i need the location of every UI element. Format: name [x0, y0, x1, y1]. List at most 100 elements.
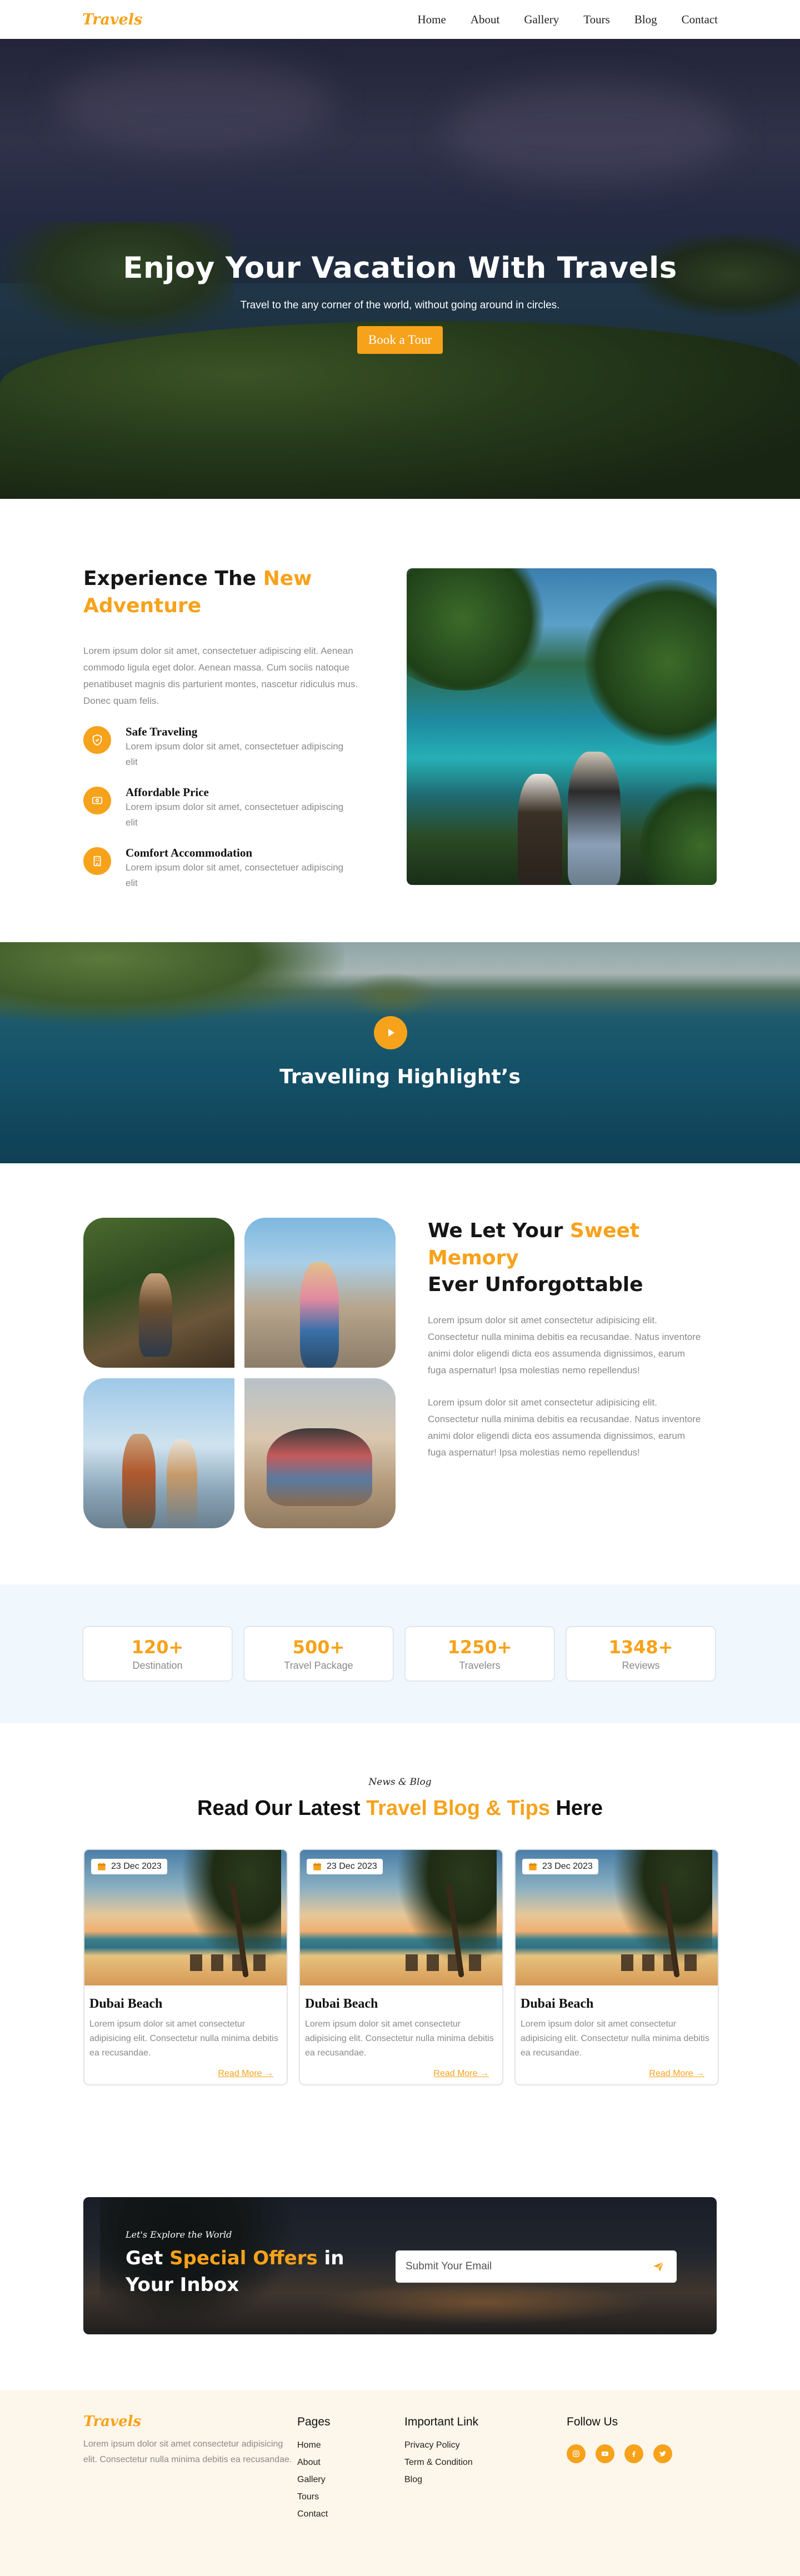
play-button[interactable] [374, 1016, 407, 1049]
beach-photo: 23 Dec 2023 [516, 1850, 718, 1985]
newsletter-section: Let's Explore the World Get Special Offe… [0, 2143, 800, 2390]
read-more-link[interactable]: Read More → [649, 2069, 704, 2079]
footer-link-tours[interactable]: Tours [297, 2488, 331, 2505]
blog-card-desc: Lorem ipsum dolor sit amet consectetur a… [521, 2019, 709, 2058]
footer-pages: Pages Home About Gallery Tours Contact [297, 2415, 331, 2523]
newsletter-kicker: Let's Explore the World [126, 2229, 232, 2240]
stat-card-destination: 120+ Destination [82, 1626, 233, 1682]
nav-about[interactable]: About [471, 13, 500, 27]
arrow-right-icon: → [480, 2069, 489, 2078]
memory-paragraph: Lorem ipsum dolor sit amet consectetur a… [428, 1314, 701, 1375]
book-tour-button[interactable]: Book a Tour [357, 326, 443, 354]
nav-contact[interactable]: Contact [682, 13, 718, 27]
footer-logo[interactable]: Travels [83, 2413, 294, 2430]
feature-item: Affordable Price Lorem ipsum dolor sit a… [83, 786, 378, 831]
blog-card-title: Dubai Beach [305, 1997, 378, 2011]
email-field[interactable] [406, 2260, 650, 2273]
footer-link-blog[interactable]: Blog [404, 2471, 478, 2488]
blog-card-body: Dubai Beach Lorem ipsum dolor sit amet c… [84, 1985, 287, 2060]
palm-leaves [407, 568, 551, 691]
paper-plane-icon [653, 2262, 664, 2272]
feature-item: Safe Traveling Lorem ipsum dolor sit ame… [83, 725, 378, 770]
facebook-icon[interactable] [624, 2444, 643, 2463]
instagram-icon[interactable] [567, 2444, 586, 2463]
footer-pages-title: Pages [297, 2415, 331, 2428]
experience-section: Experience The New Adventure Lorem ipsum… [0, 499, 800, 942]
person-figure [568, 752, 621, 885]
nav-blog[interactable]: Blog [634, 13, 657, 27]
experience-title: Experience The New Adventure [83, 566, 378, 619]
blog-card[interactable]: 23 Dec 2023 Dubai Beach Lorem ipsum dolo… [514, 1849, 719, 2085]
feature-title: Safe Traveling [126, 725, 198, 739]
person-figure [122, 1434, 156, 1528]
nav-tours[interactable]: Tours [583, 13, 610, 27]
footer-important-links: Important Link Privacy Policy Term & Con… [404, 2415, 478, 2488]
blog-card[interactable]: 23 Dec 2023 Dubai Beach Lorem ipsum dolo… [299, 1849, 503, 2085]
stat-label: Travel Package [284, 1660, 353, 1671]
footer: Travels Lorem ipsum dolor sit amet conse… [0, 2390, 800, 2576]
palm-leaves [640, 779, 717, 885]
feature-desc: Lorem ipsum dolor sit amet, consectetuer… [126, 802, 344, 828]
blog-date: 23 Dec 2023 [327, 1862, 377, 1871]
beach-chairs [190, 1954, 273, 1971]
hero-content: Enjoy Your Vacation With Travels Travel … [0, 251, 800, 354]
memory-text: We Let Your Sweet Memory Ever Unforgottab… [428, 1218, 706, 1461]
feature-desc: Lorem ipsum dolor sit amet, consectetuer… [126, 862, 344, 889]
logo[interactable]: Travels [82, 11, 142, 28]
arrow-right-icon: → [264, 2069, 273, 2078]
feature-item: Comfort Accommodation Lorem ipsum dolor … [83, 846, 378, 891]
memory-gallery [83, 1218, 396, 1529]
money-icon [83, 787, 111, 815]
sea-rock [344, 973, 439, 1017]
memory-section: We Let Your Sweet Memory Ever Unforgottab… [0, 1163, 800, 1584]
read-more-link[interactable]: Read More → [433, 2069, 489, 2079]
twitter-icon[interactable] [653, 2444, 672, 2463]
palm-tree [391, 1850, 497, 1972]
youtube-icon[interactable] [596, 2444, 614, 2463]
blog-card-title: Dubai Beach [521, 1997, 594, 2011]
feature-text: Safe Traveling Lorem ipsum dolor sit ame… [126, 725, 348, 770]
memory-title: We Let Your Sweet Memory Ever Unforgottab… [428, 1218, 706, 1299]
footer-description: Lorem ipsum dolor sit amet consectetur a… [83, 2439, 292, 2464]
footer-links-title: Important Link [404, 2415, 479, 2428]
footer-link-about[interactable]: About [297, 2454, 331, 2471]
stat-card-reviews: 1348+ Reviews [566, 1626, 716, 1682]
blog-card[interactable]: 23 Dec 2023 Dubai Beach Lorem ipsum dolo… [83, 1849, 288, 2085]
hero-section: Enjoy Your Vacation With Travels Travel … [0, 39, 800, 499]
footer-link-home[interactable]: Home [297, 2437, 331, 2454]
couple-photo [407, 568, 717, 885]
calendar-icon [98, 1863, 106, 1870]
memory-title-text: We Let Your [428, 1219, 570, 1242]
stat-label: Destination [132, 1660, 183, 1671]
footer-link-gallery[interactable]: Gallery [297, 2471, 331, 2488]
footer-link-privacy[interactable]: Privacy Policy [404, 2437, 478, 2454]
newsletter-banner: Let's Explore the World Get Special Offe… [83, 2197, 717, 2334]
newsletter-title-text: Get [126, 2247, 170, 2269]
blog-card-body: Dubai Beach Lorem ipsum dolor sit amet c… [300, 1985, 502, 2060]
footer-link-terms[interactable]: Term & Condition [404, 2454, 478, 2471]
read-more-label: Read More [433, 2069, 478, 2078]
person-figure [139, 1273, 172, 1357]
blog-date: 23 Dec 2023 [111, 1862, 162, 1871]
gallery-photo-hiker [83, 1218, 234, 1368]
play-icon [388, 1029, 394, 1037]
footer-links-list: Privacy Policy Term & Condition Blog [404, 2437, 478, 2488]
nav-home[interactable]: Home [417, 13, 446, 27]
read-more-link[interactable]: Read More → [218, 2069, 273, 2079]
stat-value: 120+ [131, 1637, 184, 1658]
feature-text: Affordable Price Lorem ipsum dolor sit a… [126, 786, 348, 831]
beach-chairs [621, 1954, 704, 1971]
shield-icon [83, 726, 111, 754]
navbar: Travels Home About Gallery Tours Blog Co… [0, 0, 800, 39]
date-badge: 23 Dec 2023 [307, 1859, 383, 1874]
send-button[interactable] [650, 2258, 667, 2275]
blog-card-title: Dubai Beach [89, 1997, 163, 2011]
gallery-photo-stairs [244, 1218, 396, 1368]
memory-paragraph: Lorem ipsum dolor sit amet consectetur a… [428, 1397, 701, 1458]
footer-link-contact[interactable]: Contact [297, 2505, 331, 2523]
nav-gallery[interactable]: Gallery [524, 13, 559, 27]
person-figure [518, 774, 562, 885]
read-more-label: Read More [649, 2069, 693, 2078]
blog-date: 23 Dec 2023 [542, 1862, 593, 1871]
email-form [396, 2250, 677, 2283]
